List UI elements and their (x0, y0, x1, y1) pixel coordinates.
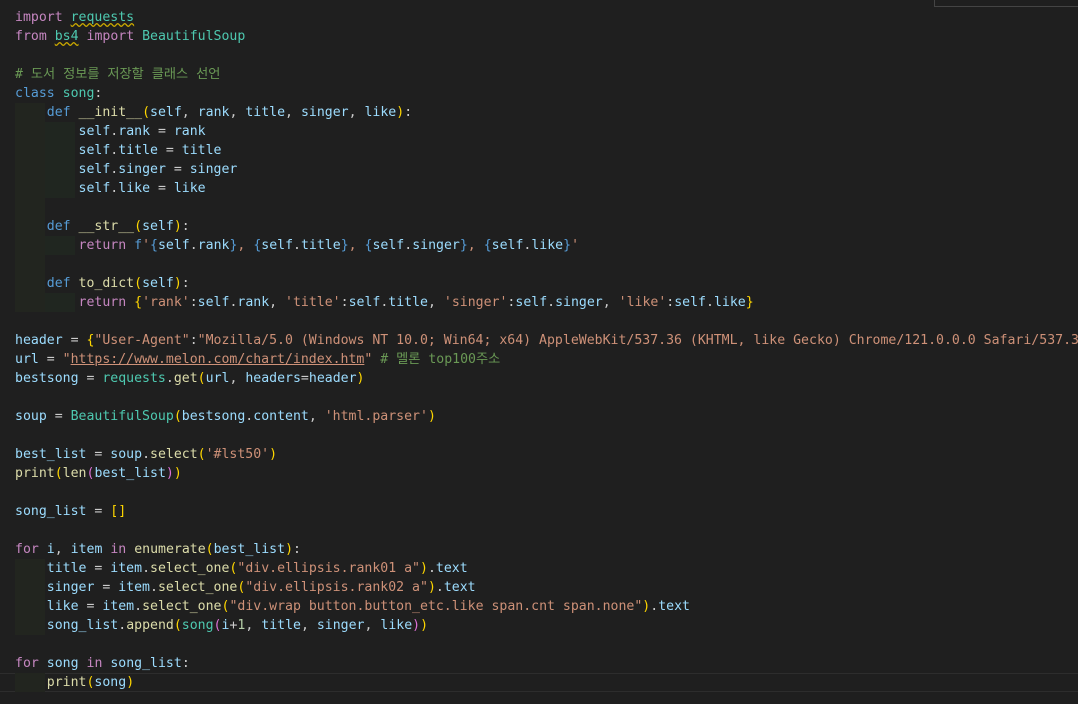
code-line[interactable]: best_list = soup.select('#lst50') (15, 445, 277, 464)
indent-guide (15, 198, 45, 217)
code-line[interactable]: for i, item in enumerate(best_list): (15, 540, 301, 559)
code-line[interactable]: def __str__(self): (15, 217, 190, 236)
code-line[interactable]: soup = BeautifulSoup(bestsong.content, '… (15, 407, 436, 426)
code-line[interactable]: bestsong = requests.get(url, headers=hea… (15, 369, 364, 388)
code-line[interactable]: song_list = [] (15, 502, 126, 521)
minimap-edge (934, 0, 1078, 7)
code-line[interactable]: def __init__(self, rank, title, singer, … (15, 103, 412, 122)
code-line[interactable]: self.title = title (15, 141, 222, 160)
code-line[interactable]: url = "https://www.melon.com/chart/index… (15, 350, 500, 369)
code-line[interactable]: return f'{self.rank}, {self.title}, {sel… (15, 236, 580, 255)
code-editor[interactable]: import requests from bs4 import Beautiful… (0, 0, 1078, 704)
code-line[interactable]: header = {"User-Agent":"Mozilla/5.0 (Win… (15, 331, 1078, 350)
code-line[interactable]: class song: (15, 84, 102, 103)
code-line[interactable]: self.singer = singer (15, 160, 238, 179)
code-line[interactable]: return {'rank':self.rank, 'title':self.t… (15, 293, 754, 312)
code-line[interactable]: song_list.append(song(i+1, title, singer… (15, 616, 428, 635)
code-line[interactable]: singer = item.select_one("div.ellipsis.r… (15, 578, 476, 597)
code-line[interactable]: self.rank = rank (15, 122, 206, 141)
current-line-highlight (0, 673, 1078, 692)
code-line[interactable]: like = item.select_one("div.wrap button.… (15, 597, 690, 616)
code-line[interactable]: for song in song_list: (15, 654, 190, 673)
code-line[interactable]: title = item.select_one("div.ellipsis.ra… (15, 559, 468, 578)
code-line[interactable]: self.like = like (15, 179, 206, 198)
code-line[interactable]: def to_dict(self): (15, 274, 190, 293)
indent-guide (15, 255, 45, 274)
code-line[interactable]: # 도서 정보를 저장할 클래스 선언 (15, 65, 220, 84)
code-line[interactable]: print(len(best_list)) (15, 464, 182, 483)
code-line[interactable]: print(song) (15, 673, 134, 692)
code-line[interactable]: import requests (15, 8, 134, 27)
code-line[interactable]: from bs4 import BeautifulSoup (15, 27, 245, 46)
